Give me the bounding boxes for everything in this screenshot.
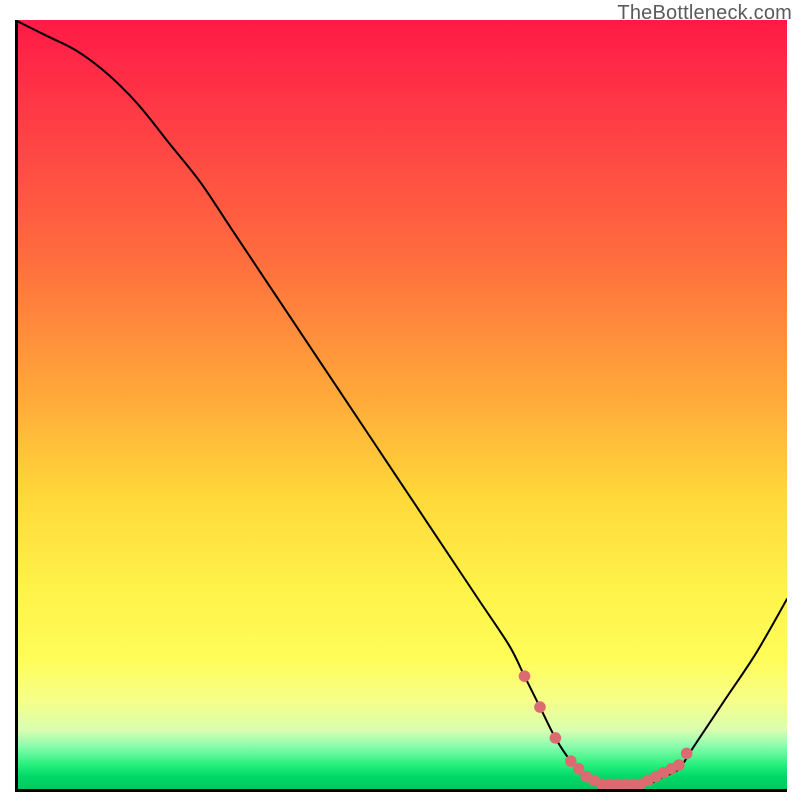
chart-frame: TheBottleneck.com [0, 0, 800, 800]
gradient-background [15, 20, 787, 792]
plot-area [15, 20, 787, 792]
